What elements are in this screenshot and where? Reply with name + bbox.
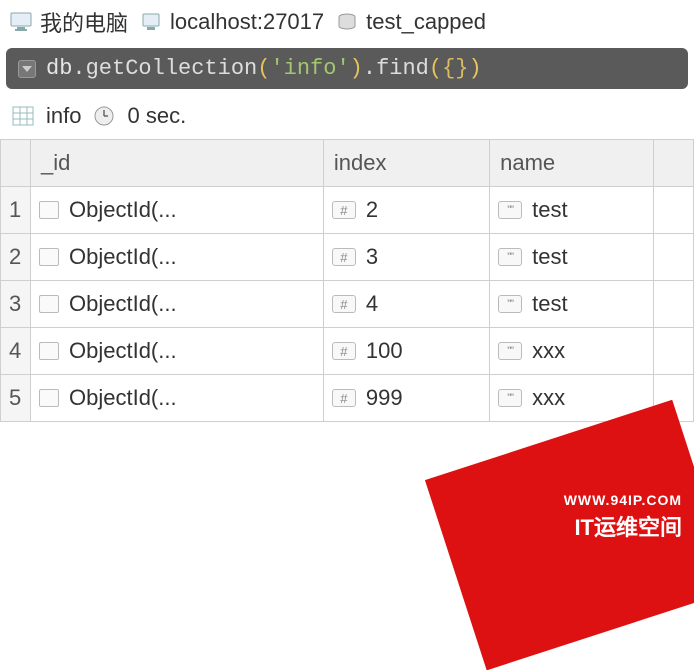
breadcrumb-host[interactable]: localhost:27017 [140, 9, 324, 35]
table-row[interactable]: 2 ObjectId(... 3 test [1, 234, 694, 281]
server-icon [140, 11, 162, 33]
cell-extra [654, 234, 694, 281]
number-type-icon [332, 389, 356, 407]
grid-icon [12, 105, 34, 127]
query-method1: getCollection [86, 56, 258, 81]
watermark-text: WWW.94IP.COM IT运维空间 [564, 492, 682, 542]
cell-id[interactable]: ObjectId(... [31, 234, 324, 281]
number-type-icon [332, 342, 356, 360]
col-index[interactable]: index [323, 140, 489, 187]
cell-index-value: 3 [366, 244, 378, 270]
document-icon [39, 342, 59, 360]
string-type-icon [498, 295, 522, 313]
string-type-icon [498, 342, 522, 360]
query-brace-open: { [442, 56, 455, 81]
breadcrumb-computer-label: 我的电脑 [40, 6, 128, 38]
document-icon [39, 248, 59, 266]
breadcrumb-database-label: test_capped [366, 9, 486, 35]
results-table: _id index name 1 ObjectId(... 2 test 2 Object… [0, 139, 694, 422]
cell-id-value: ObjectId(... [69, 291, 177, 317]
cell-index[interactable]: 999 [323, 375, 489, 422]
string-type-icon [498, 248, 522, 266]
cell-name[interactable]: test [490, 187, 654, 234]
col-id[interactable]: _id [31, 140, 324, 187]
cell-index-value: 4 [366, 291, 378, 317]
table-row[interactable]: 3 ObjectId(... 4 test [1, 281, 694, 328]
number-type-icon [332, 248, 356, 266]
cell-name-value: xxx [532, 338, 565, 364]
cell-id-value: ObjectId(... [69, 385, 177, 411]
cell-id[interactable]: ObjectId(... [31, 328, 324, 375]
watermark-url: WWW.94IP.COM [564, 492, 682, 508]
row-number: 1 [1, 187, 31, 234]
cell-id-value: ObjectId(... [69, 197, 177, 223]
row-number: 3 [1, 281, 31, 328]
cell-index[interactable]: 3 [323, 234, 489, 281]
query-brace-close: } [455, 56, 468, 81]
number-type-icon [332, 201, 356, 219]
cell-name[interactable]: test [490, 234, 654, 281]
cell-index[interactable]: 4 [323, 281, 489, 328]
row-number: 5 [1, 375, 31, 422]
string-type-icon [498, 201, 522, 219]
cell-index[interactable]: 2 [323, 187, 489, 234]
cell-id[interactable]: ObjectId(... [31, 187, 324, 234]
table-row[interactable]: 1 ObjectId(... 2 test [1, 187, 694, 234]
cell-index-value: 2 [366, 197, 378, 223]
query-dropdown-icon[interactable] [18, 60, 36, 78]
cell-extra [654, 281, 694, 328]
col-name[interactable]: name [490, 140, 654, 187]
query-db: db [46, 56, 72, 81]
document-icon [39, 295, 59, 313]
cell-id-value: ObjectId(... [69, 244, 177, 270]
infobar: info 0 sec. [0, 95, 694, 139]
infobar-collection: info [46, 103, 81, 129]
query-text[interactable]: db.getCollection('info').find({}) [46, 56, 482, 81]
computer-icon [10, 11, 32, 33]
cell-name-value: test [532, 197, 567, 223]
cell-index-value: 100 [366, 338, 403, 364]
breadcrumb-computer[interactable]: 我的电脑 [10, 6, 128, 38]
cell-id[interactable]: ObjectId(... [31, 281, 324, 328]
cell-id-value: ObjectId(... [69, 338, 177, 364]
cell-extra [654, 328, 694, 375]
watermark-title: IT运维空间 [564, 510, 682, 542]
cell-name-value: test [532, 244, 567, 270]
query-bar[interactable]: db.getCollection('info').find({}) [6, 48, 688, 89]
clock-icon [93, 105, 115, 127]
number-type-icon [332, 295, 356, 313]
table-header-row: _id index name [1, 140, 694, 187]
breadcrumb-host-label: localhost:27017 [170, 9, 324, 35]
cell-name[interactable]: xxx [490, 328, 654, 375]
breadcrumb-database[interactable]: test_capped [336, 9, 486, 35]
cell-id[interactable]: ObjectId(... [31, 375, 324, 422]
document-icon [39, 201, 59, 219]
cell-index-value: 999 [366, 385, 403, 411]
query-method2: find [376, 56, 429, 81]
row-number: 2 [1, 234, 31, 281]
cell-extra [654, 187, 694, 234]
cell-name-value: test [532, 291, 567, 317]
col-rownum[interactable] [1, 140, 31, 187]
col-extra [654, 140, 694, 187]
cell-name-value: xxx [532, 385, 565, 411]
database-icon [336, 11, 358, 33]
string-type-icon [498, 389, 522, 407]
breadcrumb: 我的电脑 localhost:27017 test_capped [0, 0, 694, 46]
cell-index[interactable]: 100 [323, 328, 489, 375]
cell-name[interactable]: test [490, 281, 654, 328]
row-number: 4 [1, 328, 31, 375]
infobar-timing: 0 sec. [127, 103, 186, 129]
table-row[interactable]: 5 ObjectId(... 999 xxx [1, 375, 694, 422]
query-arg1: 'info' [270, 56, 349, 81]
document-icon [39, 389, 59, 407]
table-row[interactable]: 4 ObjectId(... 100 xxx [1, 328, 694, 375]
